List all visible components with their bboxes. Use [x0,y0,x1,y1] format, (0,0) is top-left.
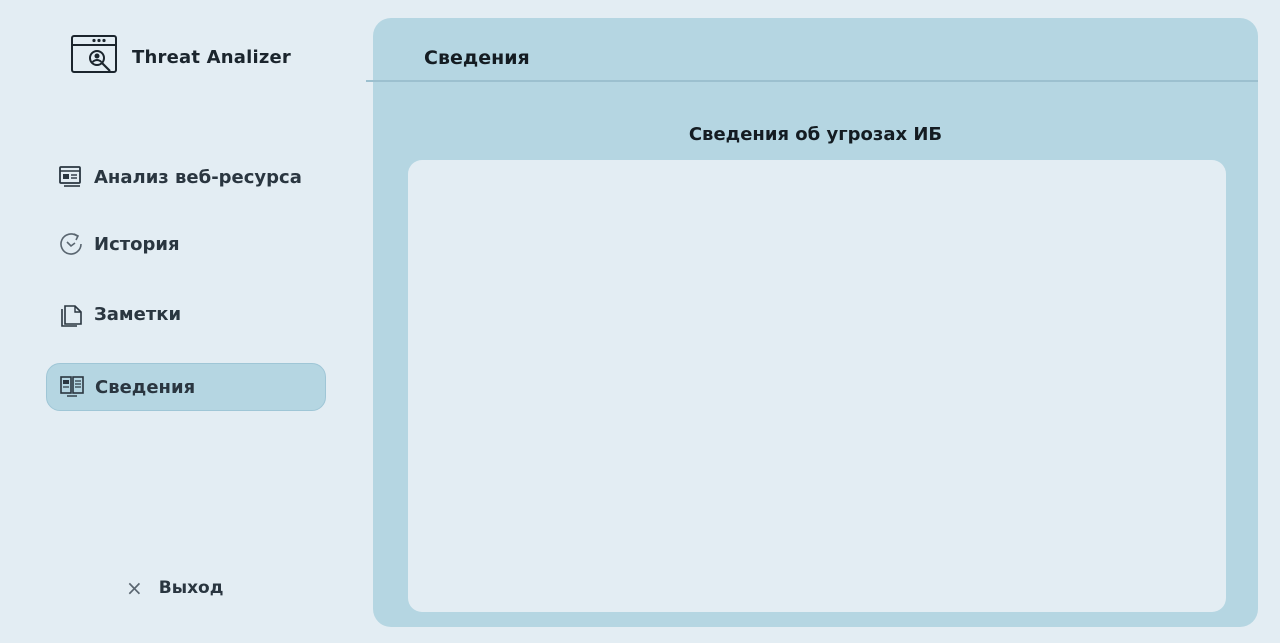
main-header: Сведения [373,18,1258,82]
logout-button[interactable]: × Выход [126,578,223,598]
threat-analyzer-logo-icon [70,34,122,80]
sidebar-item-info[interactable]: Сведения [46,363,326,411]
sidebar-item-web-analysis[interactable]: Анализ веб-ресурса [46,153,326,201]
header-divider [366,80,1258,82]
sidebar-item-label: Анализ веб-ресурса [94,166,302,188]
web-analysis-icon [56,162,86,192]
sidebar-item-notes[interactable]: Заметки [46,290,326,338]
history-icon [56,229,86,259]
sidebar: Threat Analizer Анализ веб-ресурса Истор… [0,0,360,643]
sidebar-item-history[interactable]: История [46,220,326,268]
notes-icon [56,299,86,329]
page-title: Сведения [424,47,530,69]
sidebar-item-label: История [94,233,180,255]
main-panel: Сведения Сведения об угрозах ИБ [366,18,1258,627]
app-title: Threat Analizer [132,46,291,68]
close-icon: × [126,576,143,600]
threat-info-content-area [408,160,1226,612]
logout-label: Выход [158,578,224,598]
section-title: Сведения об угрозах ИБ [688,124,943,145]
sidebar-item-label: Заметки [94,303,182,325]
sidebar-item-label: Сведения [95,376,196,398]
info-book-icon [57,372,87,402]
brand: Threat Analizer [70,34,291,80]
